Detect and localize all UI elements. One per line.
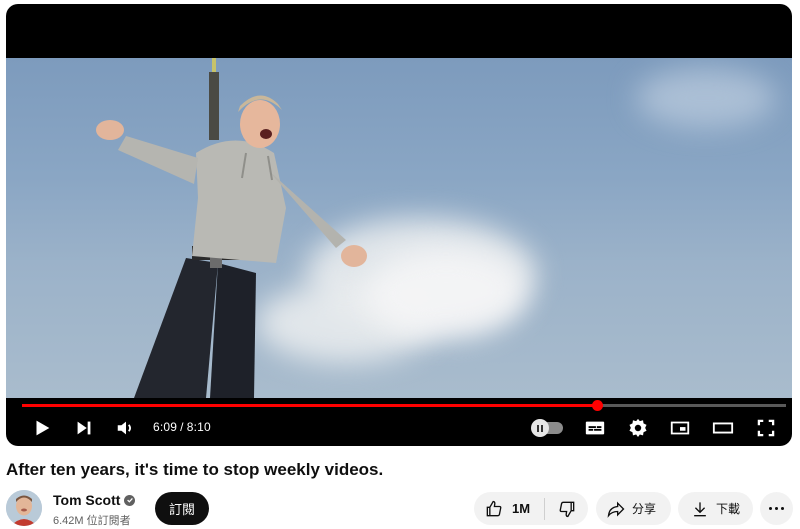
channel-name[interactable]: Tom Scott (53, 492, 120, 508)
time-separator: / (180, 420, 184, 434)
next-icon (77, 421, 91, 435)
more-dot (769, 507, 772, 510)
subscribe-button[interactable]: 訂閱 (155, 492, 209, 525)
time-display: 6:09/8:10 (153, 420, 211, 434)
avatar-portrait (6, 490, 42, 526)
more-dot (781, 507, 784, 510)
more-actions-button[interactable] (760, 492, 793, 525)
play-button[interactable] (30, 416, 54, 440)
video-frame[interactable] (6, 58, 792, 398)
next-button[interactable] (72, 416, 96, 440)
theater-icon (712, 422, 734, 434)
settings-icon (629, 418, 647, 437)
download-button[interactable]: 下載 (678, 492, 753, 525)
volume-button[interactable] (114, 416, 138, 440)
thumbs-up-icon (486, 500, 502, 516)
miniplayer-button[interactable] (668, 416, 692, 440)
miniplayer-icon (670, 421, 690, 435)
download-label: 下載 (716, 502, 741, 516)
subscriber-count: 6.42M 位訂閱者 (53, 515, 131, 527)
duration: 8:10 (186, 420, 211, 434)
volume-icon (117, 421, 132, 435)
progress-bar[interactable] (22, 400, 786, 411)
download-icon (694, 501, 706, 516)
share-button[interactable]: 分享 (596, 492, 671, 525)
channel-name-row[interactable]: Tom Scott (53, 492, 136, 508)
settings-button[interactable] (626, 416, 650, 440)
subtitles-button[interactable] (583, 416, 607, 440)
player-controls: 6:09/8:10 (6, 408, 792, 446)
thumbs-down-icon (559, 501, 574, 517)
autoplay-toggle[interactable] (531, 419, 563, 437)
dislike-button[interactable] (545, 492, 588, 525)
fullscreen-icon (757, 419, 775, 437)
autoplay-pause-icon (531, 419, 549, 437)
progress-played (22, 404, 598, 407)
current-time: 6:09 (153, 420, 178, 434)
like-count: 1M (512, 501, 531, 516)
like-button[interactable]: 1M (474, 492, 544, 525)
fullscreen-button[interactable] (754, 416, 778, 440)
theater-button[interactable] (711, 416, 735, 440)
like-dislike-group: 1M (474, 492, 588, 525)
channel-avatar[interactable] (6, 490, 42, 526)
more-dot (775, 507, 778, 510)
share-icon (607, 501, 625, 518)
subtitles-icon (585, 421, 605, 435)
video-player[interactable]: 6:09/8:10 (6, 4, 792, 446)
video-title: After ten years, it's time to stop weekl… (6, 460, 384, 479)
play-icon (36, 420, 50, 436)
share-label: 分享 (632, 502, 657, 516)
video-person-figure (96, 58, 367, 398)
verified-icon (124, 494, 136, 506)
